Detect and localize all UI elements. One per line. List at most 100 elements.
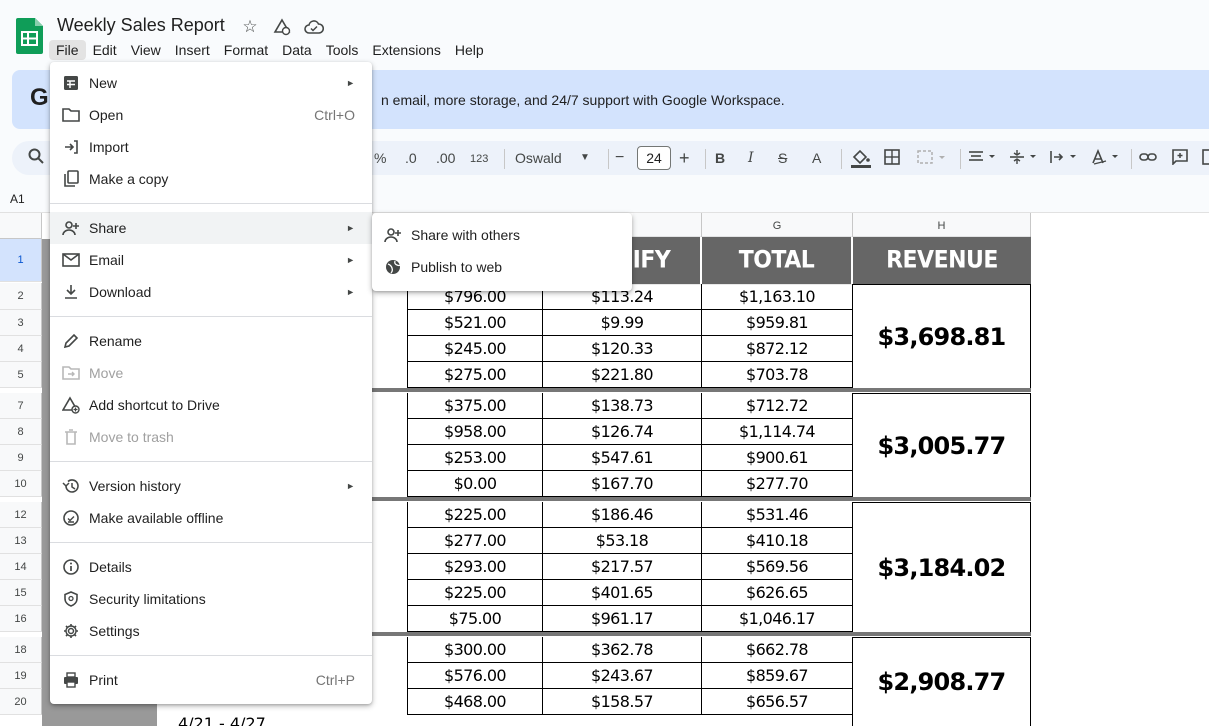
menu-item-new[interactable]: New ► [50,67,372,99]
table-cell[interactable]: $53.18 [543,528,702,554]
revenue-cell[interactable]: $3,005.77 [852,393,1031,498]
table-cell[interactable]: $277.70 [702,471,853,497]
insert-chart-icon[interactable] [1202,149,1209,167]
menu-item-security-limitations[interactable]: Security limitations [50,583,372,615]
menu-item-add-shortcut-to-drive[interactable]: Add shortcut to Drive [50,389,372,421]
menu-item-make-a-copy[interactable]: Make a copy [50,163,372,195]
table-cell[interactable]: $158.57 [543,689,702,715]
table-cell[interactable]: $712.72 [702,393,853,419]
table-cell[interactable]: $961.17 [543,606,702,632]
menu-item-share[interactable]: Share ► [50,212,372,244]
header-cell-revenue[interactable]: REVENUE [853,236,1031,285]
column-header-g[interactable]: G [702,213,853,239]
chevron-down-icon[interactable]: ▼ [580,149,590,167]
row-header[interactable]: 1 [0,239,42,282]
table-cell[interactable]: $362.78 [543,637,702,663]
sheets-logo-icon[interactable] [16,18,43,54]
name-box[interactable]: A1 [10,192,25,206]
font-select[interactable]: Oswald [515,150,562,166]
strikethrough-button[interactable]: S [778,149,787,167]
table-cell[interactable]: $859.67 [702,663,853,689]
row-header[interactable]: 15 [0,580,42,606]
table-cell[interactable]: $521.00 [407,310,543,336]
table-cell[interactable]: $401.65 [543,580,702,606]
table-cell[interactable]: $626.65 [702,580,853,606]
table-cell[interactable]: $225.00 [407,502,543,528]
table-cell[interactable]: $243.67 [543,663,702,689]
submenu-item-publish-to-web[interactable]: Publish to web [372,251,632,283]
align-icon[interactable] [967,149,999,167]
merge-cells-icon[interactable] [917,149,947,167]
table-cell[interactable]: $167.70 [543,471,702,497]
revenue-cell[interactable]: $3,184.02 [852,502,1031,633]
table-cell[interactable]: $217.57 [543,554,702,580]
menu-item-rename[interactable]: Rename [50,325,372,357]
menu-help[interactable]: Help [448,40,491,60]
percent-format-button[interactable]: % [374,149,386,167]
revenue-cell[interactable]: $3,698.81 [852,284,1031,389]
cloud-status-icon[interactable] [302,16,326,38]
menu-item-version-history[interactable]: Version history ► [50,470,372,502]
decrease-decimal-button[interactable]: .0 [405,149,417,167]
table-cell[interactable]: $138.73 [543,393,702,419]
revenue-cell[interactable]: $2,908.77 [852,637,1031,726]
table-cell[interactable]: $958.00 [407,419,543,445]
column-header-f[interactable] [633,213,702,239]
menu-data[interactable]: Data [275,40,319,60]
table-cell[interactable]: $656.57 [702,689,853,715]
menu-edit[interactable]: Edit [86,40,124,60]
menu-item-download[interactable]: Download ► [50,276,372,308]
select-all-corner[interactable] [0,213,42,239]
menu-item-settings[interactable]: Settings [50,615,372,647]
table-cell[interactable]: $75.00 [407,606,543,632]
column-header-h[interactable]: H [853,213,1031,239]
row-header[interactable]: 13 [0,528,42,554]
table-cell[interactable]: $703.78 [702,362,853,388]
table-cell[interactable]: $872.12 [702,336,853,362]
row-header[interactable]: 7 [0,393,42,419]
table-cell[interactable]: $186.46 [543,502,702,528]
table-cell[interactable]: $900.61 [702,445,853,471]
table-cell[interactable]: $0.00 [407,471,543,497]
table-cell[interactable]: $569.56 [702,554,853,580]
menu-tools[interactable]: Tools [319,40,366,60]
font-size-increase-button[interactable]: + [679,149,690,167]
row-header[interactable]: 2 [0,283,42,310]
text-color-button[interactable]: A [812,149,821,167]
text-rotation-icon[interactable] [1090,148,1122,167]
table-cell[interactable]: $300.00 [407,637,543,663]
more-formats-button[interactable]: 123 [470,150,488,168]
borders-icon[interactable] [884,149,900,167]
table-cell[interactable]: $959.81 [702,310,853,336]
table-cell[interactable]: $531.46 [702,502,853,528]
bold-button[interactable]: B [715,149,725,167]
menu-item-details[interactable]: Details [50,551,372,583]
row-header[interactable]: 8 [0,419,42,445]
table-cell[interactable]: $410.18 [702,528,853,554]
move-to-drive-icon[interactable] [270,16,294,38]
table-cell[interactable]: $547.61 [543,445,702,471]
row-header[interactable]: 4 [0,336,42,362]
table-cell[interactable]: $9.99 [543,310,702,336]
table-cell[interactable]: $576.00 [407,663,543,689]
row-header[interactable]: 18 [0,637,42,663]
row-header[interactable]: 16 [0,606,42,632]
table-cell[interactable]: $468.00 [407,689,543,715]
table-cell[interactable]: $120.33 [543,336,702,362]
table-cell[interactable]: $1,046.17 [702,606,853,632]
font-size-decrease-button[interactable]: − [615,149,624,167]
menu-item-email[interactable]: Email ► [50,244,372,276]
table-cell[interactable]: $277.00 [407,528,543,554]
table-cell[interactable]: $225.00 [407,580,543,606]
increase-decimal-button[interactable]: .00 [436,149,455,167]
table-cell[interactable]: $293.00 [407,554,543,580]
row-header[interactable]: 12 [0,502,42,528]
table-cell[interactable]: $662.78 [702,637,853,663]
row-header[interactable]: 20 [0,689,42,715]
row-header[interactable]: 3 [0,310,42,336]
menu-insert[interactable]: Insert [168,40,217,60]
menu-extensions[interactable]: Extensions [365,40,447,60]
text-wrap-icon[interactable] [1048,149,1080,167]
search-icon[interactable] [28,148,44,169]
star-icon[interactable]: ☆ [238,16,262,38]
